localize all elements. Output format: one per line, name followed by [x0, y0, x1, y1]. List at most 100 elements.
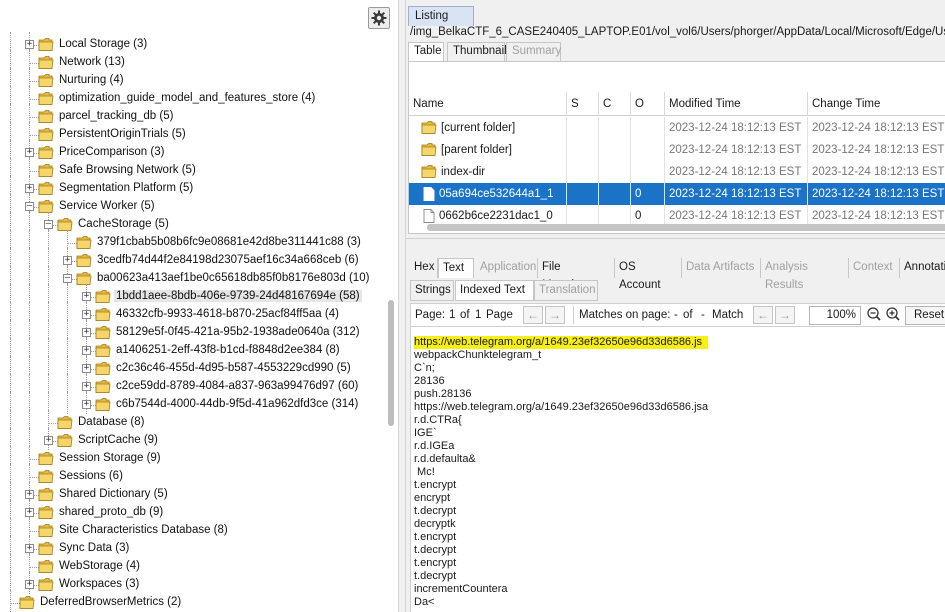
expand-icon[interactable]: +: [82, 310, 91, 319]
tree-item[interactable]: optimization_guide_model_and_features_st…: [0, 86, 390, 108]
tree-item[interactable]: + shared_proto_db (9): [0, 500, 390, 522]
zoom-out-icon: [867, 307, 881, 321]
tree-item[interactable]: +46332cfb-9933-4618-b870-25acf84ff5aa (4…: [0, 302, 390, 324]
tree-item[interactable]: + Shared Dictionary (5): [0, 482, 390, 504]
table-row[interactable]: index-dir 2023-12-24 18:12:13 EST 2023-12-…: [409, 161, 945, 183]
reset-zoom-button[interactable]: Reset: [905, 306, 945, 325]
pane-splitter[interactable]: [398, 0, 406, 612]
expand-icon[interactable]: +: [25, 580, 34, 589]
expand-icon[interactable]: +: [82, 292, 91, 301]
expand-icon[interactable]: +: [25, 508, 34, 517]
tree-item[interactable]: + ScriptCache (9): [0, 428, 390, 450]
tree-item[interactable]: + Local Storage (3): [0, 32, 390, 54]
expand-icon[interactable]: +: [25, 40, 34, 49]
tree-item[interactable]: Session Storage (9): [0, 446, 390, 468]
indexed-text-content[interactable]: https://web.telegram.org/a/1649.23ef3265…: [410, 327, 945, 612]
tab-text[interactable]: Text: [438, 258, 474, 278]
tree-item[interactable]: +58129e5f-0f45-421a-95b2-1938ade0640a (3…: [0, 320, 390, 342]
tab-annotations[interactable]: Annotations: [900, 258, 945, 278]
tree-item[interactable]: +3cedfb74d44f2e84198d23075aef16c34a668ce…: [0, 248, 390, 270]
collapse-icon[interactable]: –: [63, 274, 72, 283]
settings-button[interactable]: [368, 7, 390, 29]
tree-item[interactable]: + c6b7544d-4000-44db-9f5d-41a962dfd3ce (3…: [0, 392, 390, 414]
tab-thumbnail[interactable]: Thumbnail: [447, 42, 507, 62]
tree-item[interactable]: +1bdd1aee-8bdb-406e-9739-24d48167694e (5…: [0, 284, 390, 306]
tree-item[interactable]: + c2ce59dd-8789-4084-a837-963a99476d97 (6…: [0, 374, 390, 396]
expand-icon[interactable]: +: [44, 436, 53, 445]
tree-item[interactable]: DeferredBrowserMetrics (2): [0, 590, 390, 612]
tree-item[interactable]: parcel_tracking_db (5): [0, 104, 390, 126]
tree-item[interactable]: – Service Worker (5): [0, 194, 390, 216]
tree-guide-line: [67, 392, 68, 414]
tab-analysis-results[interactable]: Analysis Results: [761, 258, 849, 291]
tree-item[interactable]: Site Characteristics Database (8): [0, 518, 390, 540]
tree-item[interactable]: 379f1cbab5b08b6fc9e08681e42d8be311441c88…: [0, 230, 390, 252]
tree-item[interactable]: + PriceComparison (3): [0, 140, 390, 162]
expand-icon[interactable]: +: [25, 490, 34, 499]
tree-item[interactable]: + Workspaces (3): [0, 572, 390, 594]
tree-item-label: Safe Browsing Network (5): [59, 164, 196, 176]
tab-hex[interactable]: Hex: [410, 258, 438, 278]
table-horizontal-scrollbar[interactable]: [427, 224, 945, 231]
previous-page-button[interactable]: ←: [523, 306, 543, 324]
tree-item[interactable]: – ba00623a413aef1be0c65618db85f0b8176e803…: [0, 266, 390, 288]
zoom-level[interactable]: 100%: [809, 306, 861, 325]
tab-summary[interactable]: Summary: [506, 42, 561, 62]
folder-icon: [95, 343, 111, 358]
next-match-button[interactable]: →: [775, 306, 795, 324]
tree-item[interactable]: Sessions (6): [0, 464, 390, 486]
expand-icon[interactable]: +: [63, 256, 72, 265]
column-modified-time[interactable]: Modified Time: [665, 92, 808, 116]
tree-scrollbar[interactable]: [388, 300, 394, 426]
column-s[interactable]: S: [567, 92, 599, 116]
tab-data-artifacts[interactable]: Data Artifacts: [682, 258, 761, 278]
tree-item[interactable]: WebStorage (4): [0, 554, 390, 576]
table-row[interactable]: 05a694ce532644a1_1 0 2023-12-24 18:12:13 E…: [409, 183, 945, 205]
subtab-translation[interactable]: Translation: [534, 280, 598, 301]
expand-icon[interactable]: +: [25, 148, 34, 157]
folder-icon: [38, 109, 54, 124]
column-change-time[interactable]: Change Time: [808, 92, 945, 116]
table-row[interactable]: [current folder] 2023-12-24 18:12:13 EST 2…: [409, 117, 945, 139]
tab-file-metadata[interactable]: File Metadata: [538, 258, 615, 291]
expand-icon[interactable]: +: [25, 184, 34, 193]
tree-item[interactable]: PersistentOriginTrials (5): [0, 122, 390, 144]
previous-match-button[interactable]: ←: [753, 306, 773, 324]
zoom-out-button[interactable]: [864, 306, 884, 324]
page-current[interactable]: 1: [449, 309, 455, 321]
expand-icon[interactable]: +: [82, 328, 91, 337]
tab-context[interactable]: Context: [849, 258, 900, 278]
column-name[interactable]: Name: [409, 92, 567, 116]
table-row[interactable]: [parent folder] 2023-12-24 18:12:13 EST 20…: [409, 139, 945, 161]
subtab-strings[interactable]: Strings: [410, 280, 454, 301]
collapse-icon[interactable]: –: [44, 220, 53, 229]
expand-icon[interactable]: +: [82, 382, 91, 391]
tree-item[interactable]: Database (8): [0, 410, 390, 432]
text-line-row: C`n;: [414, 362, 945, 375]
column-c[interactable]: C: [599, 92, 631, 116]
tab-table[interactable]: Table: [408, 42, 444, 62]
content-splitter[interactable]: [406, 238, 945, 252]
tree-item[interactable]: + c2c36c46-455d-4d95-b587-4553229cd990 (5…: [0, 356, 390, 378]
next-page-button[interactable]: →: [545, 306, 565, 324]
tree-item[interactable]: + a1406251-2eff-43f8-b1cd-f8848d2ee384 (8…: [0, 338, 390, 360]
collapse-icon[interactable]: –: [25, 202, 34, 211]
subtab-indexed-text[interactable]: Indexed Text: [455, 280, 534, 301]
expand-icon[interactable]: +: [82, 364, 91, 373]
expand-icon[interactable]: +: [82, 400, 91, 409]
folder-icon: [57, 415, 73, 430]
tree-item[interactable]: Nurturing (4): [0, 68, 390, 90]
tree-item[interactable]: Network (13): [0, 50, 390, 72]
expand-icon[interactable]: +: [25, 544, 34, 553]
tree-item[interactable]: – CacheStorage (5): [0, 212, 390, 234]
tab-listing[interactable]: Listing: [408, 6, 474, 26]
text-line: t.decrypt: [414, 544, 457, 556]
tree-item[interactable]: Safe Browsing Network (5): [0, 158, 390, 180]
zoom-in-button[interactable]: [883, 306, 903, 324]
tree-item[interactable]: + Sync Data (3): [0, 536, 390, 558]
tab-os-account[interactable]: OS Account: [615, 258, 682, 291]
column-o[interactable]: O: [631, 92, 665, 116]
expand-icon[interactable]: +: [82, 346, 91, 355]
tree-item[interactable]: + Segmentation Platform (5): [0, 176, 390, 198]
tab-application[interactable]: Application: [476, 258, 538, 278]
